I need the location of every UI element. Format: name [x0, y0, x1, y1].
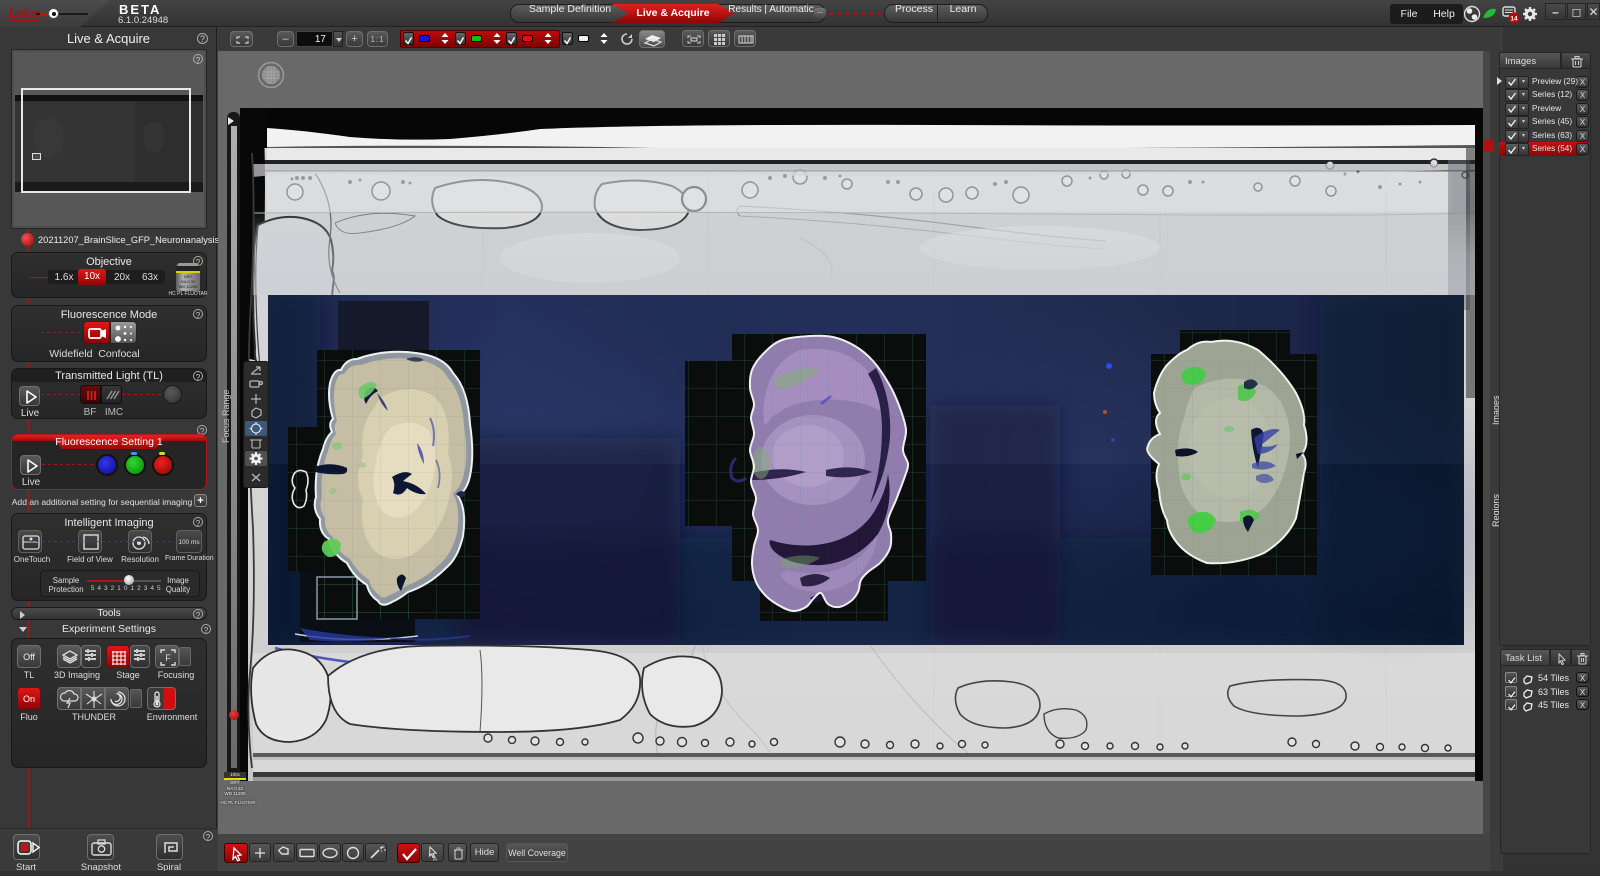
svg-text:14: 14: [1510, 16, 1518, 23]
svg-text:Leica: Leica: [7, 6, 40, 21]
svg-text:F: F: [165, 653, 171, 663]
svg-text:A: A: [433, 857, 437, 863]
